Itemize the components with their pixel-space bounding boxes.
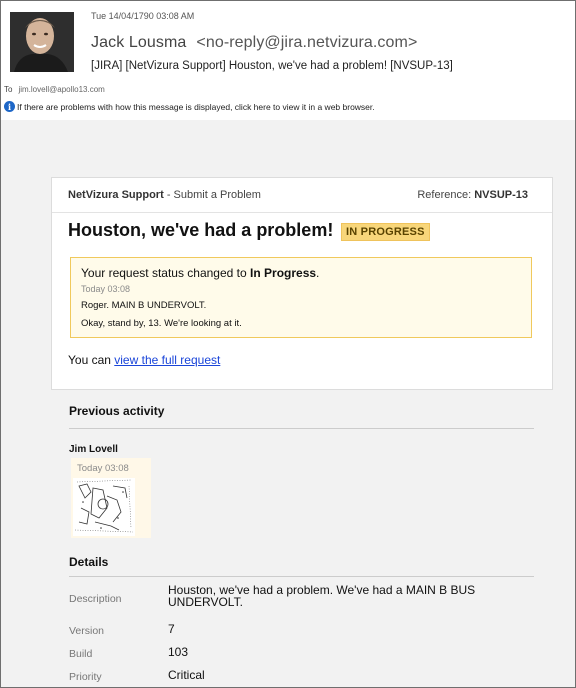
request-title: Houston, we've had a problem!: [68, 220, 334, 240]
divider: [69, 576, 534, 577]
comment-line-1: Roger. MAIN B UNDERVOLT.: [81, 300, 207, 311]
detail-value: Houston, we've had a problem. We've had …: [168, 583, 476, 609]
project-name: NetVizura Support: [68, 189, 164, 201]
email-subject: [JIRA] [NetVizura Support] Houston, we'v…: [91, 60, 453, 72]
reference-value: NVSUP-13: [474, 189, 528, 201]
comment-line-2: Okay, stand by, 13. We're looking at it.: [81, 318, 242, 329]
detail-value: 103: [168, 645, 189, 659]
previous-activity-heading: Previous activity: [69, 404, 165, 418]
infobar-text[interactable]: If there are problems with how this mess…: [17, 102, 375, 112]
notice-suffix: .: [316, 266, 320, 280]
divider: [69, 428, 534, 429]
sender[interactable]: Jack Lousma <no-reply@jira.netvizura.com>: [91, 34, 417, 52]
recipient-line: To jim.lovell@apollo13.com: [4, 85, 105, 94]
avatar-photo: [10, 12, 74, 72]
notice-status: In Progress: [250, 266, 317, 280]
sender-address[interactable]: <no-reply@jira.netvizura.com>: [196, 34, 417, 51]
sketch-image: [73, 478, 135, 536]
request-card: NetVizura Support - Submit a Problem Ref…: [51, 177, 553, 390]
card-header: NetVizura Support - Submit a Problem Ref…: [52, 178, 552, 213]
reference: Reference: NVSUP-13: [417, 189, 528, 201]
details-heading: Details: [69, 555, 109, 569]
detail-value: Critical: [168, 668, 205, 682]
detail-label: Description: [69, 593, 122, 605]
activity-item: Today 03:08: [71, 458, 151, 538]
browser-view-infobar[interactable]: i If there are problems with how this mes…: [4, 101, 375, 112]
view-full-request-link[interactable]: view the full request: [114, 353, 220, 367]
sender-avatar: [10, 12, 74, 72]
status-change-notice: Your request status changed to In Progre…: [70, 257, 532, 338]
view-request-line: You can view the full request: [68, 353, 220, 367]
notice-timestamp: Today 03:08: [81, 284, 131, 294]
detail-value: 7: [168, 622, 175, 636]
email-window: Tue 14/04/1790 03:08 AM Jack Lousma <no-r…: [0, 0, 576, 688]
detail-label: Build: [69, 648, 93, 660]
reference-label: Reference:: [417, 189, 475, 201]
project-suffix: - Submit a Problem: [163, 189, 261, 201]
activity-timestamp: Today 03:08: [77, 463, 129, 474]
status-badge: IN PROGRESS: [341, 223, 430, 241]
project-line: NetVizura Support - Submit a Problem: [68, 189, 261, 201]
notice-prefix: Your request status changed to: [81, 266, 251, 280]
you-can-text: You can: [68, 353, 115, 367]
email-header: Tue 14/04/1790 03:08 AM Jack Lousma <no-r…: [1, 1, 575, 121]
info-icon: i: [4, 101, 15, 112]
attachment-thumbnail[interactable]: [73, 478, 135, 536]
detail-label: Priority: [69, 671, 102, 683]
recipient-address[interactable]: jim.lovell@apollo13.com: [18, 85, 104, 94]
detail-label: Version: [69, 625, 105, 637]
status-change-text: Your request status changed to In Progre…: [81, 266, 319, 280]
activity-author: Jim Lovell: [69, 444, 118, 455]
sender-name[interactable]: Jack Lousma: [91, 34, 186, 51]
email-date: Tue 14/04/1790 03:08 AM: [91, 11, 195, 21]
to-label: To: [4, 85, 13, 94]
